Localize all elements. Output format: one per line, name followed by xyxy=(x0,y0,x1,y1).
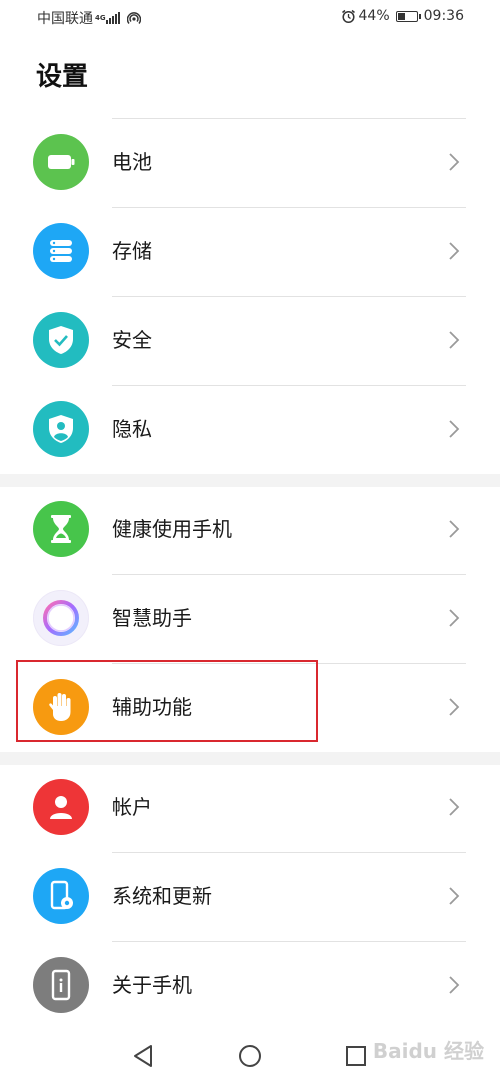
settings-item-security[interactable]: 安全 xyxy=(0,296,500,385)
privacy-icon xyxy=(33,401,89,457)
page-title: 设置 xyxy=(36,62,89,92)
chevron-right-icon xyxy=(449,976,460,994)
settings-item-label: 健康使用手机 xyxy=(112,517,232,541)
settings-item-label: 存储 xyxy=(112,239,152,263)
chevron-right-icon xyxy=(449,153,460,171)
network-type: 4G xyxy=(95,13,106,22)
status-right: 44% 09:36 xyxy=(341,8,464,24)
highlight-annotation xyxy=(16,660,318,742)
clock: 09:36 xyxy=(423,8,464,24)
settings-item-digital-balance[interactable]: 健康使用手机 xyxy=(0,485,500,574)
settings-item-label: 智慧助手 xyxy=(112,606,192,630)
settings-item-system-updates[interactable]: 系统和更新 xyxy=(0,852,500,941)
chevron-right-icon xyxy=(449,798,460,816)
settings-item-storage[interactable]: 存储 xyxy=(0,207,500,296)
settings-item-label: 安全 xyxy=(112,328,152,352)
storage-icon xyxy=(33,223,89,279)
carrier-name: 中国联通 xyxy=(37,11,93,27)
chevron-right-icon xyxy=(449,420,460,438)
settings-item-label: 关于手机 xyxy=(112,973,192,997)
chevron-right-icon xyxy=(449,331,460,349)
home-icon[interactable] xyxy=(238,1044,262,1068)
back-icon[interactable] xyxy=(132,1044,154,1068)
battery-icon xyxy=(33,134,89,190)
status-left: 中国联通 4G xyxy=(37,8,141,28)
hotspot-icon xyxy=(127,12,141,24)
hourglass-icon xyxy=(33,501,89,557)
chevron-right-icon xyxy=(449,242,460,260)
signal-icon xyxy=(106,12,121,24)
recents-icon[interactable] xyxy=(345,1045,367,1067)
settings-group-1: 电池 存储 安全 隐私 xyxy=(0,118,500,474)
watermark: Baidu 经验 xyxy=(372,1039,484,1063)
settings-item-battery[interactable]: 电池 xyxy=(0,118,500,207)
settings-item-privacy[interactable]: 隐私 xyxy=(0,385,500,474)
settings-item-smart-assistant[interactable]: 智慧助手 xyxy=(0,574,500,663)
battery-percent: 44% xyxy=(358,8,390,24)
chevron-right-icon xyxy=(449,698,460,716)
divider xyxy=(112,118,466,119)
system-update-icon xyxy=(33,868,89,924)
account-icon xyxy=(33,779,89,835)
divider xyxy=(112,207,466,208)
alarm-icon xyxy=(341,9,355,23)
chevron-right-icon xyxy=(449,887,460,905)
assistant-ring-icon xyxy=(33,590,89,646)
status-bar: 中国联通 4G 44% 09:36 xyxy=(0,0,500,34)
battery-fill xyxy=(397,12,406,20)
chevron-right-icon xyxy=(449,609,460,627)
settings-item-label: 电池 xyxy=(112,150,152,174)
settings-item-label: 帐户 xyxy=(112,795,152,819)
chevron-right-icon xyxy=(449,520,460,538)
settings-group-3: 帐户 系统和更新 关于手机 xyxy=(0,763,500,1030)
settings-item-label: 系统和更新 xyxy=(112,884,212,908)
settings-item-label: 隐私 xyxy=(112,417,152,441)
phone-info-icon xyxy=(33,957,89,1013)
divider xyxy=(112,385,466,386)
battery-status-icon xyxy=(395,10,421,22)
settings-item-accounts[interactable]: 帐户 xyxy=(0,763,500,852)
settings-item-about-phone[interactable]: 关于手机 xyxy=(0,941,500,1030)
divider xyxy=(112,296,466,297)
shield-check-icon xyxy=(33,312,89,368)
